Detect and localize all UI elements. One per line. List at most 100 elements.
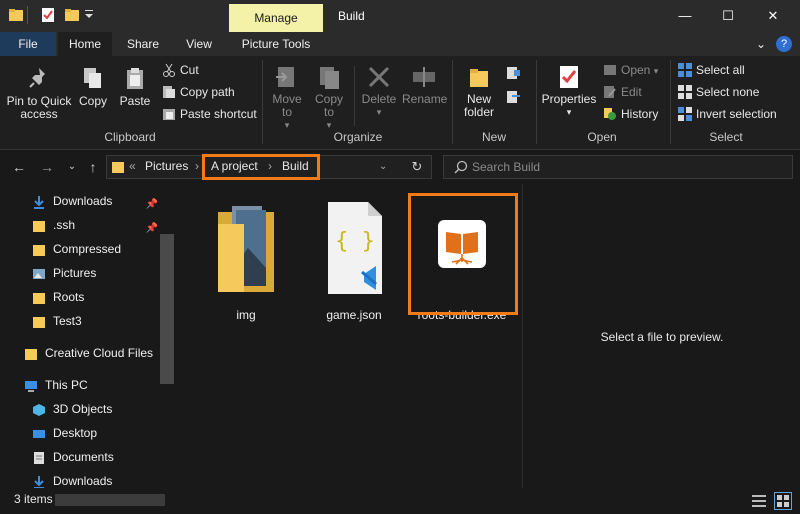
help-icon[interactable]: ?	[776, 36, 792, 52]
breadcrumb-pictures[interactable]: Pictures	[145, 159, 188, 173]
documents-icon	[32, 450, 46, 464]
desktop-icon	[32, 426, 46, 440]
file-name: game.json	[326, 308, 382, 322]
ribbon-expand-icon[interactable]: ⌄	[752, 32, 770, 56]
svg-text:{ }: { }	[335, 229, 375, 254]
copy-button[interactable]: Copy	[76, 66, 110, 108]
nav-item-compressed[interactable]: Compressed	[30, 238, 160, 260]
pin-to-quick-access-button[interactable]: Pin to Quick access	[4, 66, 74, 121]
delete-x-icon	[368, 66, 390, 88]
recent-locations-chevron-icon[interactable]: ⌄	[63, 158, 81, 176]
clipboard-group-label: Clipboard	[104, 130, 156, 144]
3d-objects-icon	[32, 402, 46, 416]
status-bar: 3 items	[0, 488, 800, 514]
maximize-button[interactable]: ☐	[715, 4, 741, 28]
edit-icon	[603, 85, 617, 99]
download-arrow-icon	[32, 194, 46, 209]
new-folder-quick-icon[interactable]	[64, 7, 80, 26]
invert-selection-button[interactable]: Invert selection	[678, 105, 777, 123]
horizontal-scrollbar-thumb[interactable]	[55, 494, 165, 506]
divider	[262, 60, 263, 144]
divider	[670, 60, 671, 144]
file-item-game-json[interactable]: { } game.json	[306, 198, 402, 326]
download-arrow-icon	[32, 474, 46, 488]
folder-icon	[32, 242, 46, 256]
minimize-button[interactable]: —	[672, 4, 698, 28]
copy-icon	[84, 68, 101, 88]
history-button[interactable]: History	[603, 105, 658, 123]
scissors-icon	[162, 63, 176, 77]
paste-shortcut-button[interactable]: Paste shortcut	[162, 105, 257, 123]
nav-item-roots[interactable]: Roots	[30, 286, 160, 308]
select-none-button[interactable]: Select none	[678, 83, 759, 101]
open-group-label: Open	[587, 130, 617, 144]
back-arrow-icon[interactable]: ←	[10, 158, 28, 176]
computer-icon	[24, 378, 38, 392]
nav-item-3d-objects[interactable]: 3D Objects	[30, 398, 160, 420]
open-button[interactable]: Open ▾	[603, 61, 658, 79]
divider	[27, 6, 28, 24]
nav-item-ssh[interactable]: .ssh 📌	[30, 214, 160, 236]
folder-icon	[24, 346, 38, 360]
file-name: img	[236, 308, 256, 322]
pin-icon[interactable]: 📌	[146, 218, 158, 240]
move-to-button[interactable]: Move to ▾	[268, 64, 306, 132]
select-all-button[interactable]: Select all	[678, 61, 745, 79]
selected-file-highlight	[408, 193, 518, 315]
new-item-icon[interactable]	[506, 66, 526, 85]
pin-icon[interactable]: 📌	[146, 194, 158, 216]
select-all-icon	[678, 63, 692, 77]
customize-toolbar-icon[interactable]	[84, 9, 94, 24]
new-folder-button[interactable]: New folder	[456, 64, 502, 119]
properties-button[interactable]: Properties ▾	[540, 64, 598, 119]
nav-item-creative-cloud-files[interactable]: Creative Cloud Files	[22, 342, 162, 364]
manage-tab[interactable]: Manage	[229, 4, 323, 32]
preview-pane: Select a file to preview.	[522, 184, 800, 488]
nav-scrollbar-thumb[interactable]	[160, 234, 174, 384]
up-arrow-icon[interactable]: ↑	[84, 158, 102, 176]
breadcrumb-overflow[interactable]: «	[129, 159, 136, 173]
pictures-icon	[32, 266, 46, 280]
tab-home[interactable]: Home	[58, 32, 112, 56]
rename-button[interactable]: Rename	[402, 64, 447, 106]
address-dropdown-icon[interactable]: ⌄	[379, 161, 387, 172]
nav-item-test3[interactable]: Test3	[30, 310, 160, 332]
close-button[interactable]: ✕	[760, 4, 786, 28]
select-none-icon	[678, 85, 692, 99]
properties-quick-icon[interactable]	[40, 7, 56, 26]
nav-item-downloads-pc[interactable]: Downloads	[30, 470, 160, 488]
nav-item-documents[interactable]: Documents	[30, 446, 160, 468]
refresh-icon[interactable]: ↻	[408, 158, 426, 176]
nav-item-pictures[interactable]: Pictures	[30, 262, 160, 284]
forward-arrow-icon[interactable]: →	[38, 158, 56, 176]
nav-item-desktop[interactable]: Desktop	[30, 422, 160, 444]
search-box[interactable]	[443, 155, 793, 179]
edit-button[interactable]: Edit	[603, 83, 642, 101]
easy-access-icon[interactable]	[506, 90, 526, 109]
tab-view[interactable]: View	[172, 32, 226, 56]
file-item-img[interactable]: img	[198, 198, 294, 326]
delete-button[interactable]: Delete ▾	[358, 64, 400, 119]
search-input[interactable]	[472, 158, 772, 176]
address-row: ← → ⌄ ↑ « Pictures › A project › Build ⌄…	[0, 150, 800, 184]
divider	[452, 60, 453, 144]
organize-group-label: Organize	[333, 130, 383, 144]
copy-to-button[interactable]: Copy to ▾	[310, 64, 348, 132]
cut-button[interactable]: Cut	[162, 61, 199, 79]
tab-picture-tools[interactable]: Picture Tools	[232, 32, 320, 56]
paste-button[interactable]: Paste	[116, 66, 154, 108]
search-icon	[454, 160, 468, 177]
window-title: Build	[338, 9, 365, 23]
divider	[354, 66, 355, 126]
new-group-label: New	[481, 130, 506, 144]
tab-file[interactable]: File	[0, 32, 56, 56]
nav-item-downloads[interactable]: Downloads 📌	[30, 190, 160, 212]
details-view-icon[interactable]	[752, 494, 766, 511]
folder-icon	[111, 160, 125, 177]
nav-item-this-pc[interactable]: This PC	[22, 374, 152, 396]
folder-icon	[32, 314, 46, 328]
tab-share[interactable]: Share	[116, 32, 170, 56]
copy-path-button[interactable]: Copy path	[162, 83, 235, 101]
large-icons-view-icon[interactable]	[774, 492, 792, 510]
folder-icon	[32, 290, 46, 304]
